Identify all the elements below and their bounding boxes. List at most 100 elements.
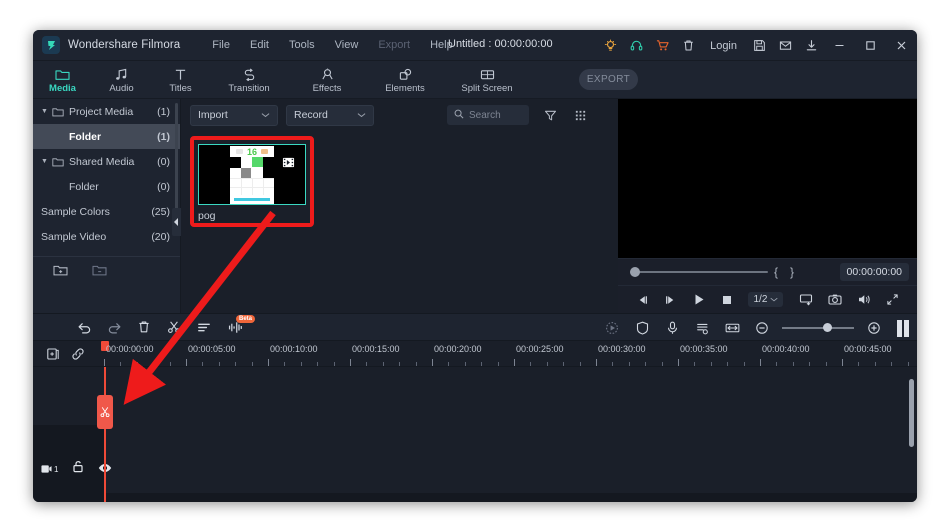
search-input[interactable]: Search [447, 105, 529, 125]
preview-timecode[interactable]: 00:00:00:00 [839, 263, 909, 281]
ruler-tick-major [678, 359, 679, 366]
headset-icon[interactable] [623, 30, 649, 61]
collapse-left-icon[interactable] [172, 208, 181, 236]
zoom-in-icon[interactable] [859, 314, 889, 342]
mark-in-button[interactable]: { [768, 265, 784, 279]
sidebar-item-sample-colors[interactable]: Sample Colors (25) [33, 199, 180, 224]
play-icon[interactable] [692, 293, 706, 306]
sidebar-item-sample-video[interactable]: Sample Video (20) [33, 224, 180, 249]
tab-effects[interactable]: Effects [288, 61, 366, 99]
maximize-icon[interactable] [855, 30, 886, 61]
fullscreen-icon[interactable] [886, 293, 899, 306]
new-folder-icon[interactable] [53, 264, 68, 282]
elements-shapes-icon [398, 66, 413, 81]
ruler-tick-minor [530, 362, 532, 366]
render-preview-icon[interactable] [897, 319, 909, 337]
volume-icon[interactable] [857, 293, 871, 306]
preview-screen[interactable] [618, 99, 917, 258]
sidebar-item-folder-project[interactable]: Folder (1) [33, 124, 180, 149]
ruler-tick-minor [874, 362, 876, 366]
mark-out-button[interactable]: } [784, 265, 800, 279]
import-dropdown[interactable]: Import [190, 104, 278, 126]
ruler-tick-major [350, 359, 351, 366]
sidebar-item-shared-media[interactable]: ▼ Shared Media (0) [33, 149, 180, 174]
mail-icon[interactable] [772, 30, 798, 61]
timeline-ruler[interactable]: 00:00:00:00 00:00:05:00 00:00:10:00 00:00:1… [33, 341, 917, 367]
preview-position-slider[interactable] [630, 266, 768, 278]
zoom-slider[interactable] [782, 322, 854, 334]
export-button[interactable]: EXPORT [579, 69, 638, 90]
tab-elements[interactable]: Elements [366, 61, 444, 99]
filter-funnel-icon[interactable] [539, 104, 561, 126]
audio-mixer-icon[interactable] [687, 314, 717, 342]
search-icon [454, 106, 464, 124]
sidebar-footer [33, 257, 180, 289]
undo-icon[interactable] [69, 313, 99, 341]
menu-item-view[interactable]: View [325, 35, 369, 55]
ruler-tick-minor [694, 362, 696, 366]
slider-knob[interactable] [823, 323, 832, 332]
ruler-tick-label: 00:00:30:00 [598, 344, 646, 354]
camera-icon[interactable] [828, 293, 842, 306]
ruler-tick-minor [448, 362, 450, 366]
sidebar-item-count: (25) [151, 205, 170, 218]
add-marker-icon[interactable] [41, 341, 65, 367]
menu-item-tools[interactable]: Tools [279, 35, 325, 55]
speed-selector[interactable]: 1/2 [748, 292, 784, 307]
sidebar-item-folder-shared[interactable]: Folder (0) [33, 174, 180, 199]
lightbulb-icon[interactable] [597, 30, 623, 61]
close-icon[interactable] [886, 30, 917, 61]
minimize-icon[interactable] [824, 30, 855, 61]
playhead-split-marker[interactable] [97, 395, 113, 429]
timeline-scrollbar[interactable] [909, 379, 914, 447]
playhead-line[interactable] [104, 367, 106, 502]
tab-titles[interactable]: Titles [151, 61, 210, 99]
tab-transition[interactable]: Transition [210, 61, 288, 99]
save-icon[interactable] [746, 30, 772, 61]
media-toolbar: Import Record Search [181, 99, 618, 131]
track-row-video1[interactable] [105, 425, 917, 493]
tab-split-screen[interactable]: Split Screen [444, 61, 530, 99]
marker-list-icon[interactable] [189, 313, 219, 341]
tab-audio[interactable]: Audio [92, 61, 151, 99]
auto-beat-sync-icon[interactable]: Beta [219, 313, 255, 341]
login-button[interactable]: Login [701, 40, 746, 52]
ruler-tick-label: 00:00:15:00 [352, 344, 400, 354]
cart-icon[interactable] [649, 30, 675, 61]
ruler-tick-label: 00:00:10:00 [270, 344, 318, 354]
link-icon[interactable] [66, 341, 90, 367]
redo-icon[interactable] [99, 313, 129, 341]
snapshot-screen-icon[interactable] [799, 293, 813, 306]
timeline-tracks[interactable]: 1 [33, 367, 917, 502]
stop-icon[interactable] [721, 294, 733, 306]
media-thumbnail[interactable]: 16 [198, 144, 306, 205]
next-frame-icon[interactable] [664, 294, 677, 306]
grid-view-icon[interactable] [569, 104, 591, 126]
sidebar-item-project-media[interactable]: ▼ Project Media (1) [33, 99, 180, 124]
prev-frame-icon[interactable] [636, 294, 649, 306]
remove-folder-icon[interactable] [92, 264, 107, 282]
chevron-down-icon: ▼ [41, 108, 48, 115]
record-voiceover-icon[interactable] [657, 314, 687, 342]
record-dropdown[interactable]: Record [286, 104, 374, 126]
delete-icon[interactable] [129, 313, 159, 341]
sidebar-scrollbar[interactable] [175, 103, 178, 225]
tab-media[interactable]: Media [33, 61, 92, 99]
zoom-out-icon[interactable] [747, 314, 777, 342]
ruler-tick-minor [628, 362, 630, 366]
shield-icon[interactable] [627, 314, 657, 342]
ribbon-tabs: Media Audio Titles Transition Effects El… [33, 61, 917, 99]
slider-knob[interactable] [630, 267, 640, 277]
trash-icon[interactable] [675, 30, 701, 61]
split-scissors-icon[interactable] [159, 313, 189, 341]
auto-reframe-icon[interactable] [597, 314, 627, 342]
download-icon[interactable] [798, 30, 824, 61]
track-row-upper[interactable] [33, 367, 917, 425]
ruler-tick-minor [366, 362, 368, 366]
menu-item-edit[interactable]: Edit [240, 35, 279, 55]
fit-timeline-icon[interactable] [717, 314, 747, 342]
import-label: Import [198, 109, 228, 121]
ruler-tick-minor [710, 362, 712, 366]
menu-item-file[interactable]: File [202, 35, 240, 55]
lock-open-icon[interactable] [72, 460, 84, 478]
